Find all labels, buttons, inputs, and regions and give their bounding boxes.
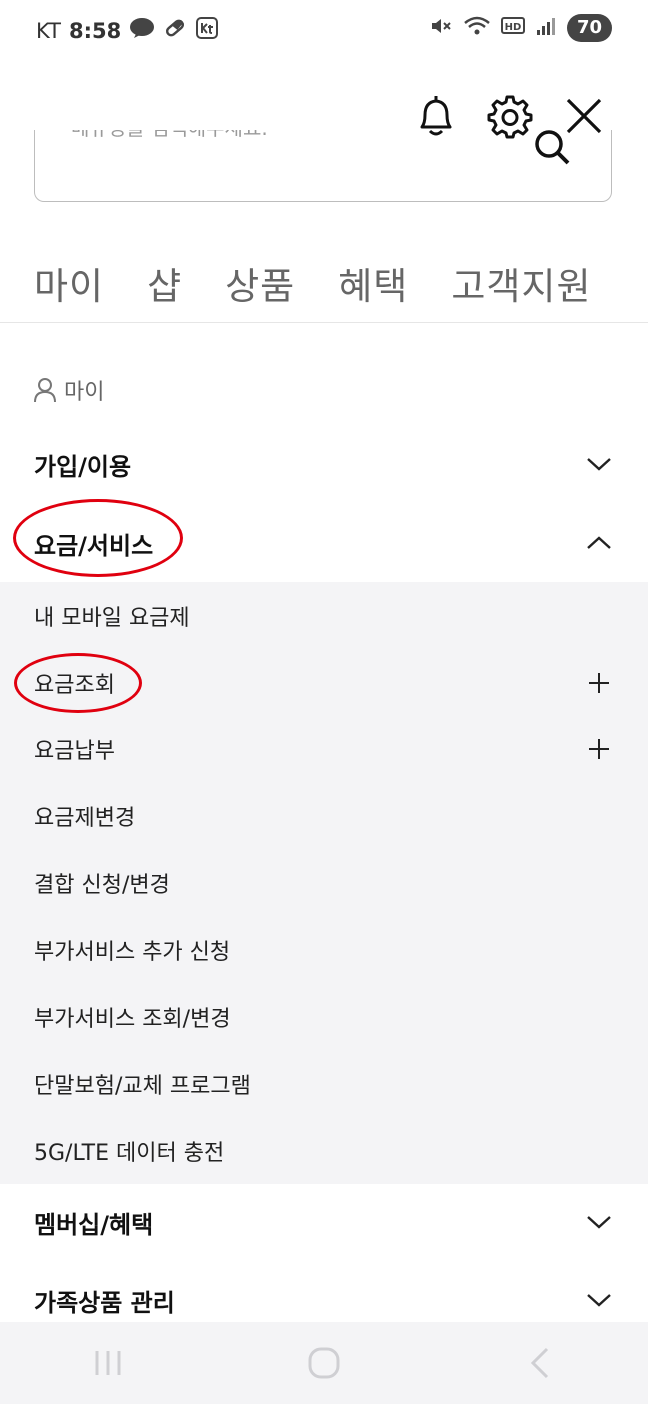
signal-icon: [535, 15, 557, 41]
menu-category-fee-service[interactable]: 요금/서비스: [0, 504, 648, 582]
submenu-label: 부가서비스 추가 신청: [34, 939, 231, 965]
submenu-item-bill-payment[interactable]: 요금납부: [0, 715, 648, 782]
battery-level: 70: [566, 14, 612, 42]
submenu-item-plan-change[interactable]: 요금제변경: [0, 782, 648, 849]
submenu-item-bundle[interactable]: 결합 신청/변경: [0, 849, 648, 916]
home-icon: [308, 1347, 340, 1379]
category-label: 요금/서비스: [34, 531, 154, 560]
plus-icon[interactable]: [584, 668, 614, 698]
search-icon[interactable]: [533, 130, 573, 182]
kakaotalk-icon: [129, 17, 155, 44]
clock: 8:58: [68, 18, 122, 43]
back-button[interactable]: [510, 1333, 570, 1393]
submenu-label: 내 모바일 요금제: [34, 605, 190, 631]
hd-icon: HD: [500, 15, 525, 41]
category-label: 가족상품 관리: [34, 1288, 175, 1317]
chevron-down-icon: [584, 1285, 614, 1315]
tab-my[interactable]: 마이: [34, 256, 104, 310]
submenu-label: 요금제변경: [34, 805, 136, 831]
submenu-label: 결합 신청/변경: [34, 872, 170, 898]
tab-shop[interactable]: 샵: [147, 256, 182, 310]
menu-category-membership[interactable]: 멤버십/혜택: [0, 1183, 648, 1261]
submenu-item-addon-view[interactable]: 부가서비스 조회/변경: [0, 983, 648, 1050]
submenu-item-data-charge[interactable]: 5G/LTE 데이터 충전: [0, 1117, 648, 1184]
tabs-divider: [0, 322, 648, 323]
submenu-item-bill-inquiry[interactable]: 요금조회: [0, 649, 648, 716]
plus-icon[interactable]: [584, 734, 614, 764]
submenu-label: 요금납부: [34, 738, 115, 764]
svg-text:HD: HD: [505, 22, 522, 33]
home-button[interactable]: [294, 1333, 354, 1393]
search-box[interactable]: 메뉴명을 검색해주세요.: [34, 130, 612, 202]
tab-benefits[interactable]: 혜택: [338, 256, 408, 310]
status-bar: KT 8:58 HD 70: [0, 0, 648, 60]
submenu-label: 요금조회: [34, 672, 115, 698]
pill-icon: [163, 16, 187, 45]
submenu-item-insurance[interactable]: 단말보험/교체 프로그램: [0, 1050, 648, 1117]
kt-app-icon: [195, 16, 219, 45]
chevron-down-icon: [584, 1207, 614, 1237]
submenu-item-addon-apply[interactable]: 부가서비스 추가 신청: [0, 916, 648, 983]
carrier: KT: [36, 18, 61, 43]
tab-products[interactable]: 상품: [225, 256, 295, 310]
submenu-label: 5G/LTE 데이터 충전: [34, 1140, 225, 1166]
system-nav-bar: [0, 1322, 648, 1404]
status-left: KT 8:58: [36, 16, 219, 45]
recent-apps-icon: [95, 1351, 121, 1375]
submenu-label: 부가서비스 조회/변경: [34, 1006, 231, 1032]
chevron-down-icon: [584, 449, 614, 479]
submenu-item-my-plan[interactable]: 내 모바일 요금제: [0, 582, 648, 649]
search-placeholder: 메뉴명을 검색해주세요.: [71, 130, 268, 141]
mute-icon: [429, 14, 453, 42]
menu-category-join-use[interactable]: 가입/이용: [0, 425, 648, 503]
wifi-icon: [463, 14, 491, 42]
status-right: HD 70: [429, 14, 612, 42]
back-icon: [530, 1347, 549, 1379]
chevron-up-icon: [584, 528, 614, 558]
main-tabs: 마이 샵 상품 혜택 고객지원: [34, 256, 592, 310]
section-header: 마이: [34, 374, 104, 406]
recent-apps-button[interactable]: [78, 1333, 138, 1393]
category-label: 가입/이용: [34, 452, 132, 481]
person-icon: [34, 378, 56, 403]
submenu-label: 단말보험/교체 프로그램: [34, 1073, 251, 1099]
tab-support[interactable]: 고객지원: [451, 256, 591, 310]
category-label: 멤버십/혜택: [34, 1210, 154, 1239]
section-label: 마이: [64, 380, 105, 405]
